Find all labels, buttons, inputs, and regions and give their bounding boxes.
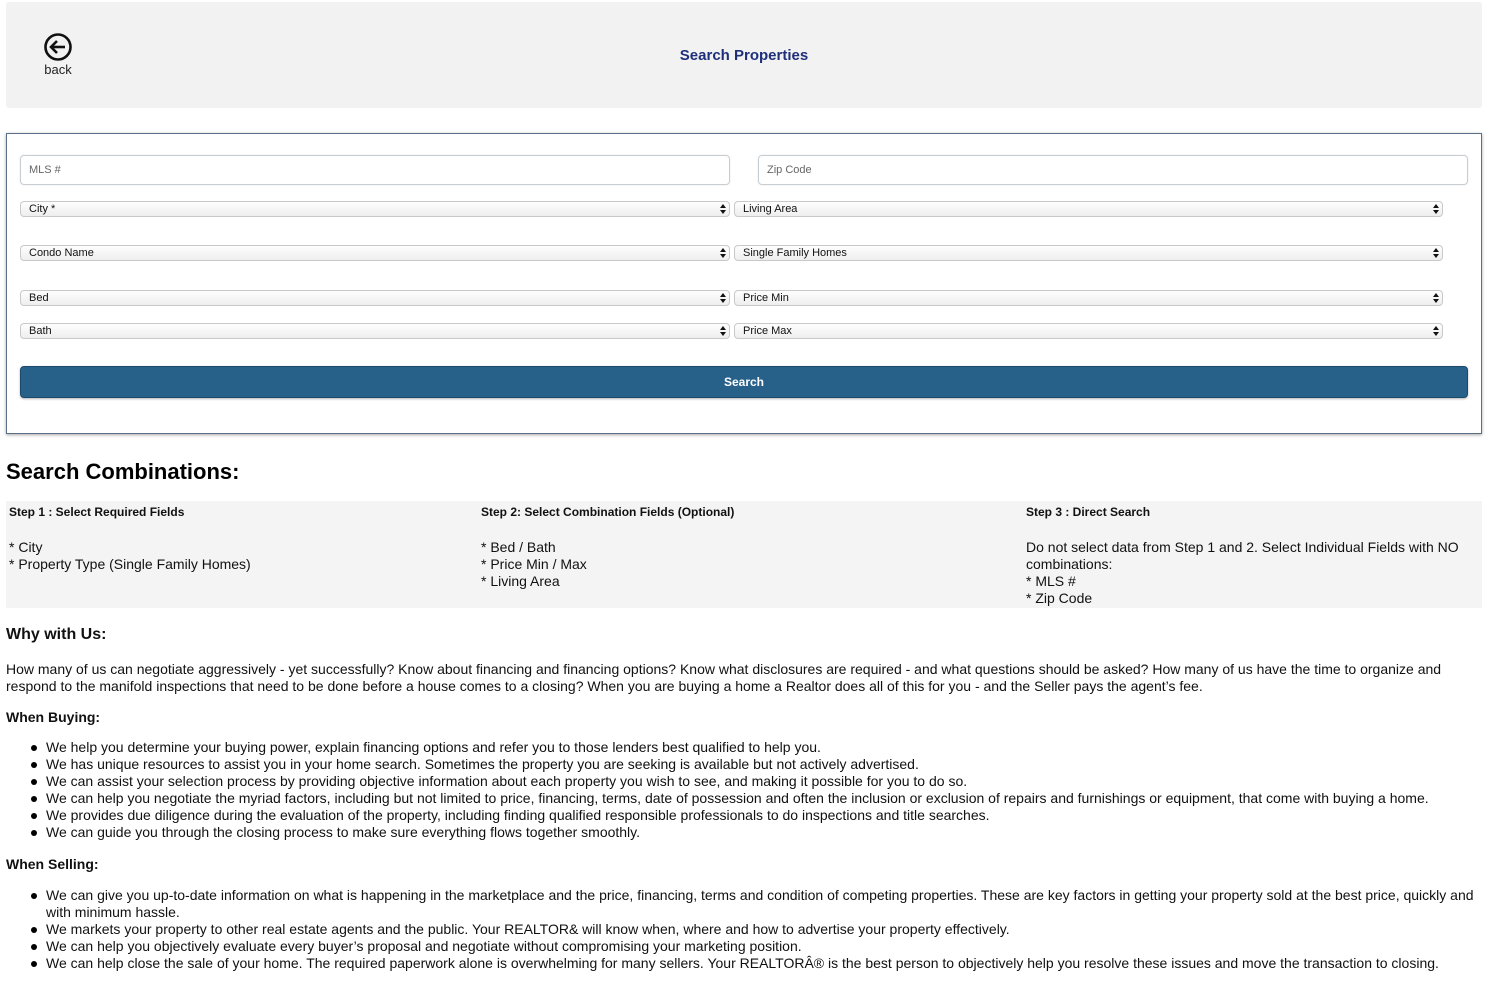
list-item: We can help you negotiate the myriad fac… xyxy=(31,790,1476,807)
back-label: back xyxy=(44,62,72,77)
when-selling-list: We can give you up-to-date information o… xyxy=(31,887,1476,972)
mls-input[interactable] xyxy=(20,155,730,185)
condo-name-select[interactable]: Condo Name xyxy=(20,245,730,261)
bed-select[interactable]: Bed xyxy=(20,290,730,306)
page-title: Search Properties xyxy=(679,47,809,64)
price-min-select[interactable]: Price Min xyxy=(734,290,1443,306)
when-selling-heading: When Selling: xyxy=(6,856,99,872)
step-2-line: * Price Min / Max xyxy=(481,556,587,572)
select-arrows-icon xyxy=(720,202,726,216)
step-3-body: Do not select data from Step 1 and 2. Se… xyxy=(1026,539,1459,607)
why-with-us-heading: Why with Us: xyxy=(6,626,107,643)
step-1-body: * City * Property Type (Single Family Ho… xyxy=(9,539,251,573)
step-2-title: Step 2: Select Combination Fields (Optio… xyxy=(481,505,735,519)
search-button[interactable]: Search xyxy=(20,366,1468,398)
step-3-line: combinations: xyxy=(1026,556,1113,572)
step-1-title: Step 1 : Select Required Fields xyxy=(9,505,185,519)
condo-name-select-value: Condo Name xyxy=(29,247,94,259)
select-arrows-icon xyxy=(720,246,726,260)
step-3-line: * MLS # xyxy=(1026,573,1076,589)
when-buying-heading: When Buying: xyxy=(6,709,101,725)
list-item: We can help close the sale of your home.… xyxy=(31,955,1476,972)
list-item: We can help you objectively evaluate eve… xyxy=(31,938,1476,955)
step-3-title: Step 3 : Direct Search xyxy=(1026,505,1151,519)
select-arrows-icon xyxy=(720,324,726,338)
step-2-line: * Bed / Bath xyxy=(481,539,556,555)
list-item: We help you determine your buying power,… xyxy=(31,739,1476,756)
step-2-body: * Bed / Bath * Price Min / Max * Living … xyxy=(481,539,587,590)
select-arrows-icon xyxy=(720,291,726,305)
step-2-line: * Living Area xyxy=(481,573,560,589)
select-arrows-icon xyxy=(1433,202,1439,216)
search-combinations-heading: Search Combinations: xyxy=(6,459,240,484)
zip-code-input[interactable] xyxy=(758,155,1468,185)
city-select-value: City * xyxy=(29,203,56,215)
search-panel: City * Living Area Condo Name Single Fam… xyxy=(6,133,1482,434)
bath-select[interactable]: Bath xyxy=(20,323,730,339)
select-arrows-icon xyxy=(1433,291,1439,305)
why-with-us-text: How many of us can negotiate aggressivel… xyxy=(6,661,1442,694)
living-area-select[interactable]: Living Area xyxy=(734,201,1443,217)
step-1-line: * Property Type (Single Family Homes) xyxy=(9,556,251,572)
property-type-select-value: Single Family Homes xyxy=(743,247,847,259)
select-arrows-icon xyxy=(1433,246,1439,260)
search-combinations-table: Step 1 : Select Required Fields * City *… xyxy=(6,501,1482,608)
select-arrows-icon xyxy=(1433,324,1439,338)
list-item: We can assist your selection process by … xyxy=(31,773,1476,790)
bed-select-value: Bed xyxy=(29,292,49,304)
step-1-line: * City xyxy=(9,539,43,555)
step-3-line: Do not select data from Step 1 and 2. Se… xyxy=(1026,539,1459,555)
page-header: back Search Properties xyxy=(6,2,1482,108)
step-3-line: * Zip Code xyxy=(1026,590,1093,606)
living-area-select-value: Living Area xyxy=(743,203,798,215)
list-item: We can give you up-to-date information o… xyxy=(31,887,1476,921)
list-item: We markets your property to other real e… xyxy=(31,921,1476,938)
price-max-select[interactable]: Price Max xyxy=(734,323,1443,339)
bath-select-value: Bath xyxy=(29,325,52,337)
list-item: We provides due diligence during the eva… xyxy=(31,807,1476,824)
when-buying-list: We help you determine your buying power,… xyxy=(31,739,1476,841)
property-type-select[interactable]: Single Family Homes xyxy=(734,245,1443,261)
list-item: We can guide you through the closing pro… xyxy=(31,824,1476,841)
price-max-select-value: Price Max xyxy=(743,325,792,337)
city-select[interactable]: City * xyxy=(20,201,730,217)
list-item: We has unique resources to assist you in… xyxy=(31,756,1476,773)
price-min-select-value: Price Min xyxy=(743,292,789,304)
